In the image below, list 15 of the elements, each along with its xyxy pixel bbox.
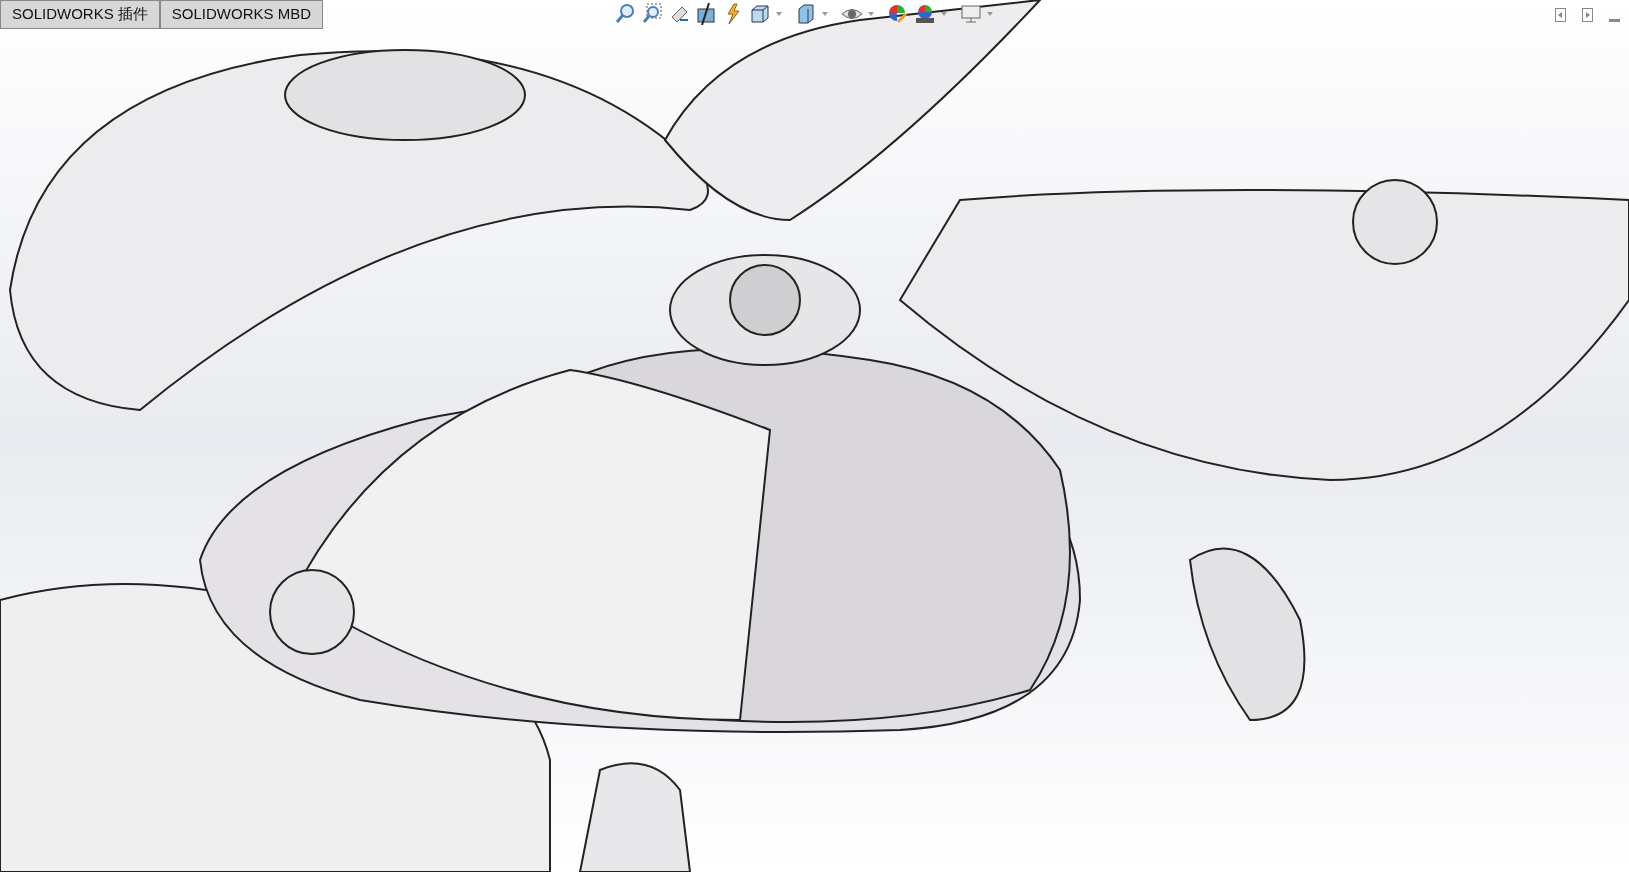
magnifier-icon[interactable] — [641, 3, 663, 25]
caret-icon[interactable] — [987, 12, 993, 16]
caret-icon[interactable] — [868, 12, 874, 16]
tab[interactable]: SOLIDWORKS 插件 — [0, 0, 160, 29]
box-icon[interactable] — [795, 3, 817, 25]
magnifier-icon[interactable] — [614, 3, 636, 25]
cube-icon[interactable] — [749, 3, 771, 25]
expand-right-icon[interactable] — [1582, 8, 1593, 22]
monitor-icon[interactable] — [960, 3, 982, 25]
tab[interactable]: SOLIDWORKS MBD — [159, 0, 324, 29]
caret-icon[interactable] — [776, 12, 782, 16]
caret-icon[interactable] — [941, 12, 947, 16]
collapse-left-icon[interactable] — [1555, 8, 1566, 22]
section-cube-icon[interactable] — [695, 3, 717, 25]
caret-icon[interactable] — [822, 12, 828, 16]
